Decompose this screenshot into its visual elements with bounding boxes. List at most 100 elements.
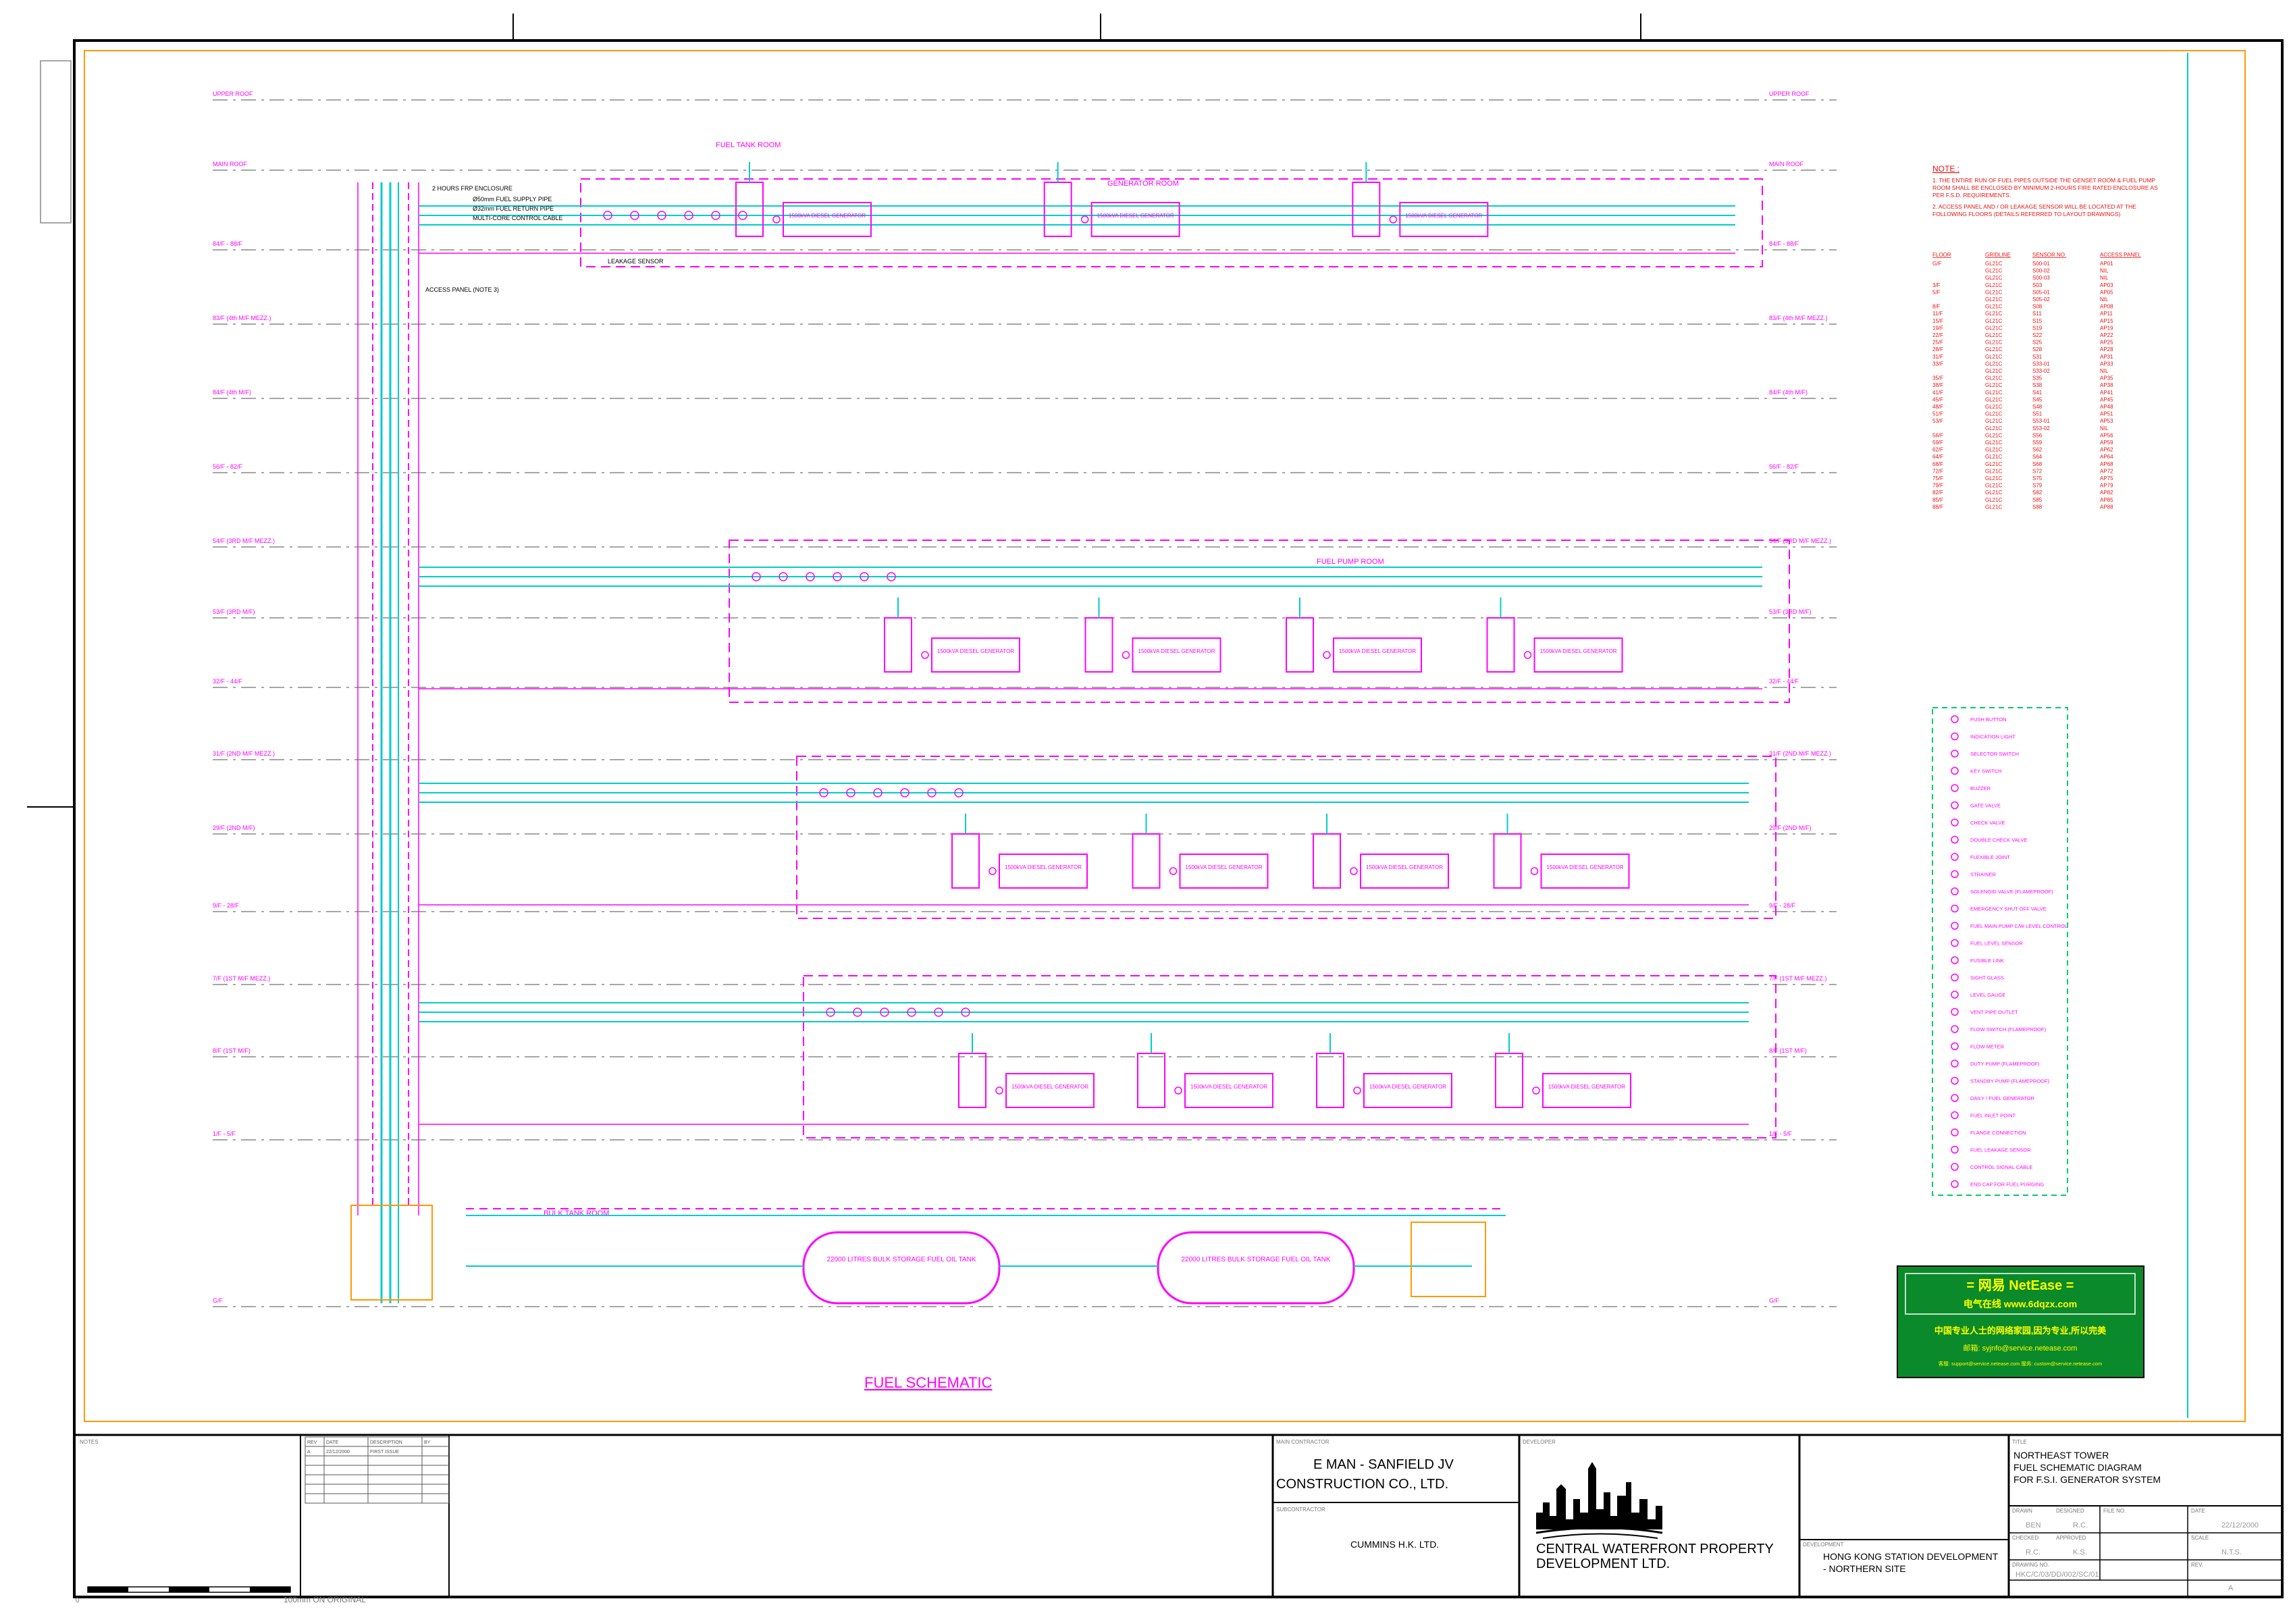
table-cell: GL21C [1985,432,2003,438]
contractor-label: MAIN CONTRACTOR [1276,1439,1329,1445]
table-cell: 33/F [1932,361,1943,367]
legend-symbol [1951,1111,1959,1120]
generator [1333,637,1422,673]
table-header: ACCESS PANEL [2100,252,2141,258]
table-cell: GL21C [1985,447,2003,453]
legend-symbol [1951,853,1959,861]
legend-item: CHECK VALVE [1970,820,2005,826]
rev-label: REV. [2191,1562,2203,1568]
file-label: FILE NO. [2103,1508,2126,1514]
subcontractor-label: SUBCONTRACTOR [1276,1507,1325,1513]
daily-tank [884,617,912,673]
generator-label: 1500kVA DIESEL GENERATOR [1011,1084,1088,1090]
daily-tank [1493,833,1522,889]
table-cell: S59 [2032,440,2043,446]
table-cell: AP45 [2100,396,2113,402]
legend-item: FUEL MAIN PUMP C/W LEVEL CONTROL [1970,923,2068,929]
table-cell: GL21C [1985,346,2003,352]
table-cell: S35 [2032,375,2043,382]
generator [1090,202,1180,237]
table-cell: AP56 [2100,432,2113,438]
scale-value: N.T.S. [2221,1548,2242,1556]
drawing-number: HKC/C/03/DD/002/SC/01 [2016,1571,2099,1579]
table-cell: AP35 [2100,375,2113,382]
table-cell: AP75 [2100,475,2113,481]
control-cable-label: MULTI-CORE CONTROL CABLE [473,215,563,221]
floor-label-right: 9/F - 28/F [1769,902,1796,909]
legend-block: PUSH BUTTON INDICATION LIGHT SELECTOR SWIT… [1932,707,2068,1196]
rev-header: DATE [326,1440,338,1445]
generator [1542,1073,1631,1108]
netease-stamp: = 网易 NetEase = 电气在线 www.6dqzx.com 中国专业人士… [1897,1265,2144,1378]
table-cell: NIL [2100,275,2109,281]
leakage-sensor-label: LEAKAGE SENSOR [608,258,664,265]
table-cell: 59/F [1932,440,1943,446]
table-cell: GL21C [1985,261,2003,267]
table-cell: GL21C [1985,390,2003,396]
checked-value: R.C. [2026,1548,2040,1556]
table-cell: 85/F [1932,497,1943,503]
table-cell: 11/F [1932,311,1943,317]
contractor-name-2: CONSTRUCTION CO., LTD. [1276,1477,1448,1492]
table-cell: S03 [2032,282,2043,288]
scale-bar-caption: 100mm ON ORIGINAL [284,1595,366,1604]
subcontractor-name: CUMMINS H.K. LTD. [1350,1539,1439,1550]
table-cell: AP41 [2100,390,2113,396]
floor-label-left: UPPER ROOF [213,90,253,97]
bulk-tank-2: 22000 LITRES BULK STORAGE FUEL OIL TANK [1157,1231,1355,1305]
table-cell: GL21C [1985,282,2003,288]
scale-label: SCALE [2191,1535,2209,1541]
table-cell: 28/F [1932,346,1943,352]
drawn-value: BEN [2026,1521,2041,1529]
generator [1399,202,1489,237]
table-cell: S79 [2032,483,2043,489]
generator-label: 1500kVA DIESEL GENERATOR [789,213,866,219]
legend-item: LEVEL GAUGE [1970,992,2005,998]
table-cell: S64 [2032,454,2043,460]
generator [1184,1073,1273,1108]
table-cell: GL21C [1985,425,2003,431]
drawn-label: DRAWN [2012,1508,2032,1514]
floor-label-left: 84/F (4th M/F) [213,389,251,396]
daily-tank [1084,617,1113,673]
table-cell: GL21C [1985,361,2003,367]
rev-header: REV [307,1440,317,1445]
floor-label-left: 84/F - 88/F [213,240,243,247]
table-cell: GL21C [1985,504,2003,510]
access-panel-table: FLOOR GRIDLINE SENSOR NO. ACCESS PANEL G/F GL… [1932,252,2141,510]
table-cell: S08 [2032,304,2043,310]
table-cell: GL21C [1985,411,2003,417]
generator [1132,637,1221,673]
floor-label-right: 56/F - 82/F [1769,463,1799,470]
table-cell: GL21C [1985,311,2003,317]
date-label: DATE [2191,1508,2205,1514]
legend-symbol [1951,870,1959,879]
table-cell: AP51 [2100,411,2113,417]
table-cell: S22 [2032,332,2043,338]
generator [783,202,872,237]
floor-label-left: 56/F - 82/F [213,463,243,470]
legend-item: FLOW SWITCH (FLAMEPROOF) [1970,1026,2047,1032]
table-cell: GL21C [1985,275,2003,281]
legend-item: FLEXIBLE JOINT [1970,854,2010,860]
legend-item: SOLENOID VALVE (FLAMEPROOF) [1970,889,2053,895]
table-cell: NIL [2100,425,2109,431]
table-cell: 45/F [1932,396,1943,402]
generator-label: 1500kVA DIESEL GENERATOR [1547,864,1624,870]
legend-symbol [1951,922,1959,930]
table-cell: AP62 [2100,447,2113,453]
legend-item: GATE VALVE [1970,803,2001,809]
legend-item: CONTROL SIGNAL CABLE [1970,1164,2032,1170]
supply-pipe-label: Ø50mm FUEL SUPPLY PIPE [473,196,552,203]
legend-symbol [1951,1042,1959,1051]
table-cell: AP85 [2100,497,2113,503]
generator [999,854,1088,889]
daily-tank [951,833,980,889]
plant-cluster: 1500kVA DIESEL GENERATOR 1500kVA DIESEL G… [419,540,1790,703]
floor-label-left: 9/F - 28/F [213,902,240,909]
developer-name-1: CENTRAL WATERFRONT PROPERTY [1536,1542,1774,1556]
table-cell: S85 [2032,497,2043,503]
generator-label: 1500kVA DIESEL GENERATOR [1186,864,1263,870]
legend-item: PUSH BUTTON [1970,716,2007,723]
daily-tank [1352,182,1381,237]
